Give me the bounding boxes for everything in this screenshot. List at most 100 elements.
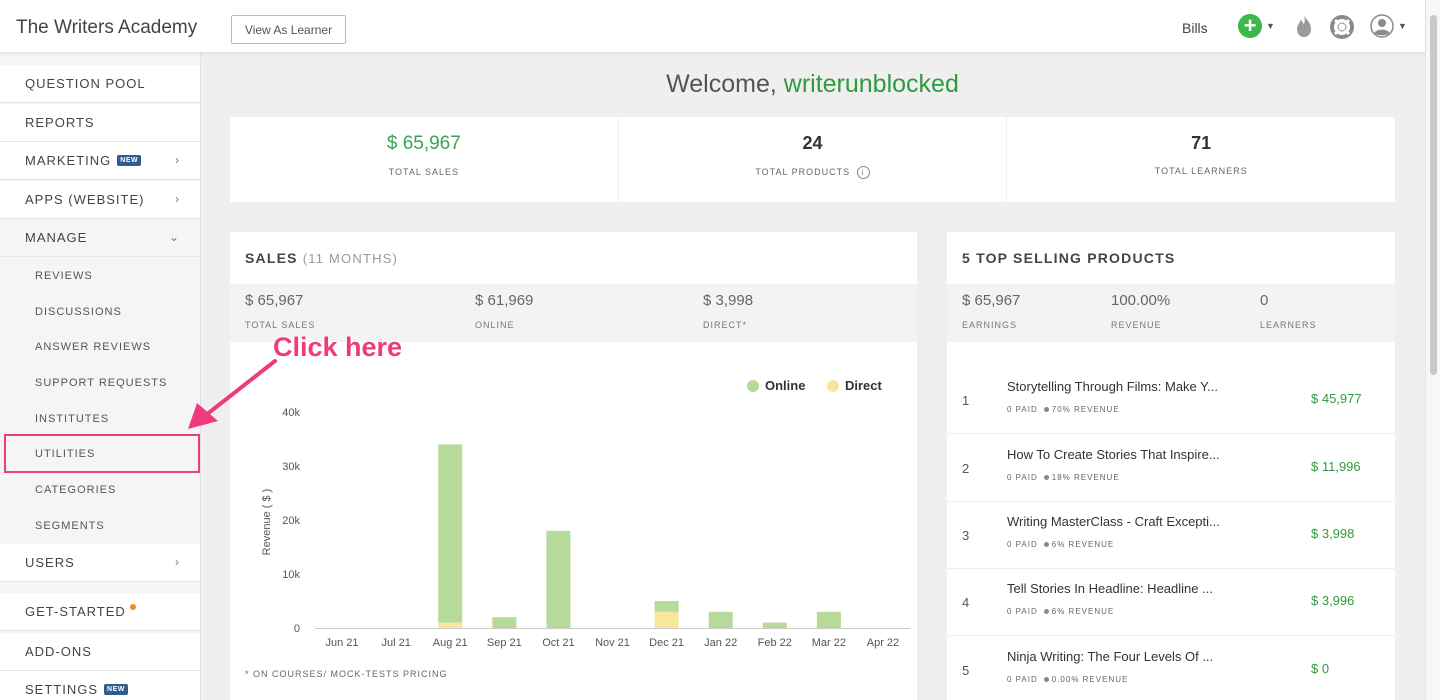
x-tick-label: Jan 22 (704, 637, 737, 649)
scrollbar-thumb[interactable] (1430, 15, 1437, 375)
top-products-card: 5 TOP SELLING PRODUCTS $ 65,967 EARNINGS… (947, 232, 1395, 700)
sales-footnote: * ON COURSES/ MOCK-TESTS PRICING (245, 669, 448, 679)
product-name[interactable]: Tell Stories In Headline: Headline ... (1007, 581, 1237, 596)
chevron-right-icon: › (175, 153, 180, 167)
sidebar-subitem-answer-reviews[interactable]: ANSWER REVIEWS (0, 329, 200, 365)
stat-total-sales: $ 65,967 TOTAL SALES (230, 117, 619, 202)
product-revenue: $ 3,998 (1311, 526, 1355, 541)
brand-title[interactable]: The Writers Academy (16, 17, 197, 39)
notification-dot (129, 603, 136, 610)
product-rank: 5 (962, 663, 970, 678)
product-row[interactable]: 3 Writing MasterClass - Craft Excepti...… (947, 502, 1395, 569)
sidebar-item-question-pool[interactable]: QUESTION POOL (0, 65, 200, 103)
product-revenue: $ 3,996 (1311, 593, 1355, 608)
add-menu[interactable]: + ▼ (1238, 14, 1275, 38)
product-name[interactable]: How To Create Stories That Inspire... (1007, 447, 1237, 462)
product-rank: 4 (962, 595, 970, 610)
summary-learners: 0 LEARNERS (1260, 292, 1317, 330)
top-products-summary: $ 65,967 EARNINGS 100.00% REVENUE 0 LEAR… (947, 284, 1395, 342)
x-tick-label: Jun 21 (326, 637, 359, 649)
sidebar-item-marketing[interactable]: MARKETING NEW › (0, 142, 200, 180)
view-as-learner-button[interactable]: View As Learner (231, 15, 346, 44)
chevron-right-icon: › (175, 555, 180, 569)
product-name[interactable]: Storytelling Through Films: Make Y... (1007, 379, 1237, 394)
sidebar-item-settings[interactable]: SETTINGS NEW (0, 671, 200, 700)
summary-revenue: 100.00% REVENUE (1111, 292, 1171, 330)
sidebar-subitem-segments[interactable]: SEGMENTS (0, 508, 200, 544)
product-meta: 0 PAID 0.00% REVENUE (1007, 675, 1129, 684)
utilities-highlight-box (4, 434, 200, 473)
stat-total-learners: 71 TOTAL LEARNERS (1154, 133, 1248, 176)
top-header: The Writers Academy View As Learner Bill… (0, 0, 1425, 53)
legend-online-swatch (747, 379, 759, 392)
bar-direct (654, 611, 679, 628)
sales-bar-chart: 010k20k30k40kRevenue ( $ )Jun 21 Jul 21 Au… (261, 407, 910, 649)
bar-online (816, 611, 841, 628)
product-row[interactable]: 5 Ninja Writing: The Four Levels Of ... … (947, 637, 1395, 700)
summary-total-sales: $ 65,967 TOTAL SALES (245, 292, 316, 330)
product-revenue: $ 0 (1311, 661, 1330, 676)
bar-online (762, 622, 787, 628)
lifebuoy-icon[interactable] (1330, 15, 1354, 39)
legend-direct[interactable]: Direct (827, 378, 882, 393)
username: writerunblocked (783, 70, 959, 98)
flame-icon[interactable] (1294, 14, 1314, 38)
sidebar-subitem-support-requests[interactable]: SUPPORT REQUESTS (0, 365, 200, 401)
avatar-icon[interactable] (1370, 14, 1394, 38)
x-tick-label: Sep 21 (487, 637, 522, 649)
annotation-click-here: Click here (273, 332, 403, 362)
sidebar-subitem-institutes[interactable]: INSTITUTES (0, 401, 200, 437)
x-tick-label: Nov 21 (595, 637, 630, 649)
bar-online (492, 617, 517, 628)
product-name[interactable]: Writing MasterClass - Craft Excepti... (1007, 514, 1237, 529)
plus-icon[interactable]: + (1238, 14, 1262, 38)
product-meta: 0 PAID 18% REVENUE (1007, 473, 1120, 482)
stats-summary-card: $ 65,967 TOTAL SALES 24 TOTAL PRODUCTS i… (230, 117, 1395, 202)
sidebar-item-apps-website[interactable]: APPS (WEBSITE) › (0, 181, 200, 219)
product-rank: 3 (962, 528, 970, 543)
annotation-arrow-icon (188, 359, 277, 429)
y-tick-label: 20k (282, 515, 300, 527)
info-icon[interactable]: i (856, 166, 870, 179)
sidebar-item-reports[interactable]: REPORTS (0, 104, 200, 142)
sidebar-subitem-reviews[interactable]: REVIEWS (0, 258, 200, 294)
legend-online[interactable]: Online (747, 378, 805, 393)
sidebar-subitem-categories[interactable]: CATEGORIES (0, 472, 200, 508)
x-tick-label: Dec 21 (649, 637, 684, 649)
summary-direct: $ 3,998 DIRECT* (703, 292, 754, 330)
sidebar-nav: QUESTION POOL REPORTS MARKETING NEW › AP… (0, 53, 201, 700)
product-row[interactable]: 1 Storytelling Through Films: Make Y... … (947, 367, 1395, 434)
y-tick-label: 10k (282, 569, 300, 581)
bar-online (654, 601, 679, 612)
top-products-title: 5 TOP SELLING PRODUCTS (962, 250, 1176, 266)
bar-online (546, 530, 571, 628)
x-tick-label: Feb 22 (758, 637, 792, 649)
product-row[interactable]: 4 Tell Stories In Headline: Headline ...… (947, 569, 1395, 636)
sidebar-item-get-started[interactable]: GET-STARTED (0, 593, 200, 631)
product-rank: 1 (962, 393, 970, 408)
sidebar-subitem-discussions[interactable]: DISCUSSIONS (0, 294, 200, 330)
bills-link[interactable]: Bills (1182, 20, 1208, 36)
x-tick-label: Oct 21 (542, 637, 574, 649)
product-meta: 0 PAID 70% REVENUE (1007, 405, 1120, 414)
sidebar-item-users[interactable]: USERS › (0, 544, 200, 582)
product-name[interactable]: Ninja Writing: The Four Levels Of ... (1007, 649, 1237, 664)
bar-direct (438, 622, 463, 628)
sales-card: SALES (11 MONTHS) $ 65,967 TOTAL SALES $… (230, 232, 917, 700)
product-meta: 0 PAID 6% REVENUE (1007, 607, 1115, 616)
user-menu[interactable]: ▼ (1370, 14, 1407, 38)
chevron-down-icon: ▼ (1266, 21, 1275, 31)
new-badge: NEW (104, 684, 128, 695)
new-badge: NEW (117, 155, 142, 166)
product-meta: 0 PAID 6% REVENUE (1007, 540, 1115, 549)
sidebar-item-add-ons[interactable]: ADD-ONS (0, 633, 200, 671)
product-row[interactable]: 2 How To Create Stories That Inspire... … (947, 435, 1395, 502)
x-tick-label: Jul 21 (381, 637, 410, 649)
sidebar-item-manage[interactable]: MANAGE ⌄ (0, 219, 200, 257)
page-scrollbar[interactable] (1425, 0, 1440, 700)
chevron-down-icon: ▼ (1398, 21, 1407, 31)
welcome-heading: Welcome, writerunblocked (666, 70, 959, 98)
chevron-down-icon: ⌄ (168, 230, 180, 244)
bar-online (438, 444, 463, 623)
summary-online: $ 61,969 ONLINE (475, 292, 534, 330)
